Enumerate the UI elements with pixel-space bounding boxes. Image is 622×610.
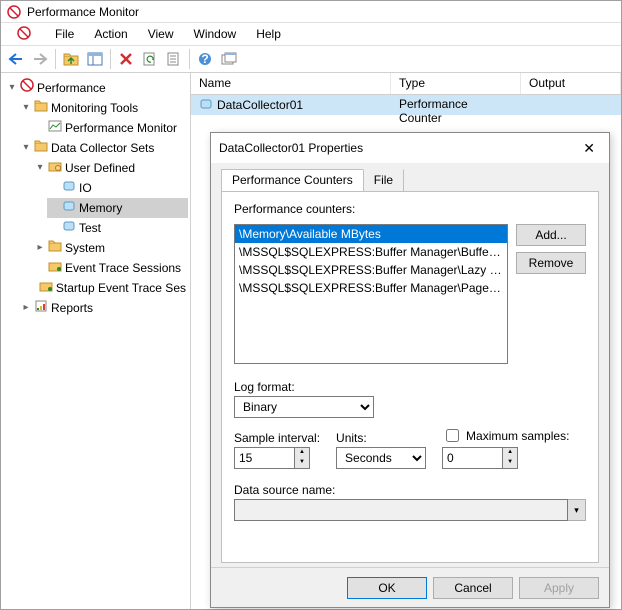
dsn-dropdown-icon[interactable]: ▾ (568, 499, 586, 521)
perf-icon (20, 78, 34, 97)
tree-io[interactable]: IO (47, 178, 188, 198)
chart-icon (48, 119, 62, 137)
add-button[interactable]: Add... (516, 224, 586, 246)
user-folder-icon (48, 159, 62, 177)
label-dsn: Data source name: (234, 483, 586, 497)
remove-button[interactable]: Remove (516, 252, 586, 274)
label-max: Maximum samples: (466, 429, 569, 443)
counter-item[interactable]: \MSSQL$SQLEXPRESS:Buffer Manager\Buffer … (235, 243, 507, 261)
tree-sets[interactable]: Startup Event Trace Ses (33, 278, 188, 298)
tree-dcs[interactable]: ▾Data Collector Sets (19, 138, 188, 158)
list-row[interactable]: DataCollector01 Performance Counter (191, 95, 621, 115)
sample-spinner[interactable]: ▲▼ (294, 447, 310, 469)
collector-icon (62, 179, 76, 197)
col-type[interactable]: Type (391, 73, 521, 94)
counters-list[interactable]: \Memory\Available MBytes \MSSQL$SQLEXPRE… (234, 224, 508, 364)
delete-icon[interactable] (115, 48, 137, 70)
tree-memory[interactable]: Memory (47, 198, 188, 218)
counter-item[interactable]: \Memory\Available MBytes (235, 225, 507, 243)
menu-view[interactable]: View (138, 25, 184, 43)
tree-system[interactable]: ▸System (33, 238, 188, 258)
trace-icon (39, 279, 53, 297)
dialog-title: DataCollector01 Properties (219, 141, 363, 155)
apply-button[interactable]: Apply (519, 577, 599, 599)
close-icon[interactable]: ✕ (577, 140, 601, 157)
svg-text:?: ? (201, 52, 208, 66)
tab-file[interactable]: File (363, 169, 404, 191)
properties-icon[interactable] (163, 48, 185, 70)
menu-help[interactable]: Help (246, 25, 291, 43)
cancel-button[interactable]: Cancel (433, 577, 513, 599)
folder-icon (48, 239, 62, 257)
reports-icon (34, 299, 48, 317)
folder-icon (34, 99, 48, 117)
dialog-titlebar: DataCollector01 Properties ✕ (211, 133, 609, 163)
menu-window[interactable]: Window (184, 25, 247, 43)
menu-file[interactable]: File (45, 25, 84, 43)
new-window-icon[interactable] (218, 48, 240, 70)
menubar: File Action View Window Help (1, 23, 621, 45)
window-title: Performance Monitor (27, 5, 139, 19)
units-select[interactable]: Seconds (336, 447, 426, 469)
menu-action[interactable]: Action (84, 25, 137, 43)
help-icon[interactable]: ? (194, 48, 216, 70)
trace-icon (48, 259, 62, 277)
tree-ets[interactable]: Event Trace Sessions (33, 258, 188, 278)
counter-item[interactable]: \MSSQL$SQLEXPRESS:Buffer Manager\Lazy wr… (235, 261, 507, 279)
max-samples-checkbox[interactable] (446, 429, 459, 442)
app-icon (7, 5, 21, 19)
label-logformat: Log format: (234, 380, 586, 394)
max-input[interactable] (442, 447, 502, 469)
label-units: Units: (336, 431, 426, 445)
label-counters: Performance counters: (234, 202, 586, 216)
list-header: Name Type Output (191, 73, 621, 95)
toolbar: ? (1, 45, 621, 73)
titlebar: Performance Monitor (1, 1, 621, 23)
back-button[interactable] (5, 48, 27, 70)
tree-perfmon[interactable]: Performance Monitor (33, 118, 188, 138)
properties-dialog: DataCollector01 Properties ✕ Performance… (210, 132, 610, 608)
folder-up-icon[interactable] (60, 48, 82, 70)
label-sample: Sample interval: (234, 431, 320, 445)
counter-item[interactable]: \MSSQL$SQLEXPRESS:Buffer Manager\Page li… (235, 279, 507, 297)
folder-icon (34, 139, 48, 157)
col-output[interactable]: Output (521, 73, 621, 94)
collector-icon (199, 98, 213, 113)
tree-pane: ▾Performance ▾Monitoring Tools Performan… (1, 73, 191, 609)
tree-test[interactable]: Test (47, 218, 188, 238)
max-spinner[interactable]: ▲▼ (502, 447, 518, 469)
ok-button[interactable]: OK (347, 577, 427, 599)
dsn-input[interactable] (234, 499, 568, 521)
tree-reports[interactable]: ▸Reports (19, 298, 188, 318)
tree-monitoring-tools[interactable]: ▾Monitoring Tools (19, 98, 188, 118)
forward-button[interactable] (29, 48, 51, 70)
collector-icon (62, 219, 76, 237)
sample-input[interactable] (234, 447, 294, 469)
col-name[interactable]: Name (191, 73, 391, 94)
tree-root[interactable]: ▾Performance (5, 77, 188, 98)
refresh-icon[interactable] (139, 48, 161, 70)
app-icon (7, 24, 41, 45)
collector-icon (62, 199, 76, 217)
show-hide-tree-icon[interactable] (84, 48, 106, 70)
tree-user-defined[interactable]: ▾User Defined (33, 158, 188, 178)
logformat-select[interactable]: Binary (234, 396, 374, 418)
tab-performance-counters[interactable]: Performance Counters (221, 169, 364, 191)
